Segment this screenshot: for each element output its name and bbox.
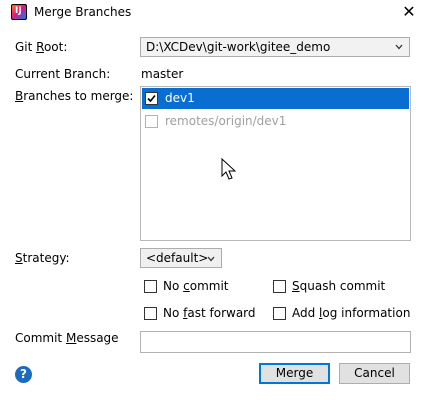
checkbox-icon[interactable] — [145, 92, 158, 105]
no-commit-checkbox[interactable] — [144, 280, 157, 293]
branch-name: remotes/origin/dev1 — [165, 114, 287, 128]
checkbox-icon — [145, 115, 158, 128]
current-branch-value: master — [141, 67, 184, 81]
git-root-value: D:\XCDev\git-work\gitee_demo — [146, 40, 331, 54]
intellij-logo-icon: IJ — [11, 4, 27, 20]
branches-list[interactable] — [140, 86, 411, 241]
squash-commit-checkbox[interactable] — [273, 280, 286, 293]
git-root-dropdown[interactable]: D:\XCDev\git-work\gitee_demo — [140, 37, 410, 57]
no-commit-label: No commit — [163, 279, 229, 293]
no-fast-forward-label: No fast forward — [163, 306, 256, 320]
add-log-information-label: Add log information — [292, 306, 411, 320]
window-title: Merge Branches — [34, 5, 132, 19]
chevron-down-icon — [207, 256, 215, 262]
commit-message-label: Commit Message — [15, 331, 119, 345]
branch-name: dev1 — [165, 91, 195, 105]
chevron-down-icon — [395, 44, 403, 50]
squash-commit-label: Squash commit — [292, 279, 386, 293]
title-bar: IJ Merge Branches ✕ — [0, 0, 428, 26]
merge-button[interactable]: Merge — [259, 363, 330, 384]
no-fast-forward-checkbox[interactable] — [144, 307, 157, 320]
cancel-button[interactable]: Cancel — [339, 363, 410, 384]
help-icon[interactable]: ? — [15, 366, 32, 383]
mouse-cursor-icon — [221, 158, 237, 180]
add-log-information-checkbox[interactable] — [273, 307, 286, 320]
current-branch-label: Current Branch: — [15, 67, 111, 81]
commit-message-input[interactable] — [140, 331, 411, 353]
strategy-label: Strategy: — [15, 251, 70, 265]
branches-to-merge-label: Branches to merge: — [15, 89, 134, 103]
close-icon[interactable]: ✕ — [398, 2, 420, 22]
strategy-value: <default> — [146, 251, 209, 265]
strategy-dropdown[interactable]: <default> — [140, 248, 222, 268]
git-root-label: Git Root: — [15, 40, 68, 54]
list-item[interactable]: dev1 — [142, 88, 409, 109]
checkmark-icon — [147, 94, 156, 103]
list-item[interactable]: remotes/origin/dev1 — [142, 111, 409, 132]
